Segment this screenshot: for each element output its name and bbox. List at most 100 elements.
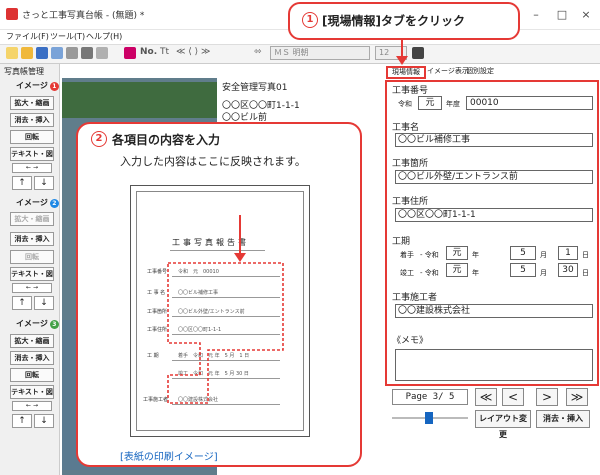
- lr-button-2[interactable]: ← →: [12, 283, 52, 293]
- start-year-unit: 年: [472, 251, 479, 259]
- font-select[interactable]: ＭＳ 明朝: [270, 46, 370, 60]
- open-icon[interactable]: [21, 47, 33, 59]
- layout-change-button[interactable]: レイアウト変更: [475, 410, 531, 439]
- image-badge-2: 2: [49, 199, 59, 208]
- menu-file[interactable]: ファイル(F): [6, 31, 49, 42]
- end-day-input[interactable]: 30: [558, 263, 578, 277]
- sheet-highlight: [167, 215, 284, 404]
- construction-name-input[interactable]: 〇〇ビル補修工事: [395, 133, 593, 147]
- construction-no-input[interactable]: 00010: [466, 96, 593, 110]
- window-title: さっと工事写真台帳 - (無題) *: [22, 11, 145, 21]
- start-label: 着手: [400, 251, 414, 259]
- down-button-2[interactable]: ↓: [34, 296, 54, 310]
- prev-page-button[interactable]: <: [502, 388, 524, 406]
- image-label-1: イメージ 1: [16, 80, 59, 91]
- sheet-label-period: 工 期: [147, 353, 159, 359]
- text-tool[interactable]: Tt: [160, 47, 169, 57]
- zoom-button-3[interactable]: 拡大・縮画: [10, 334, 54, 348]
- maximize-button[interactable]: □: [552, 8, 572, 22]
- down-button-3[interactable]: ↓: [34, 414, 54, 428]
- start-era: - 令和: [420, 251, 439, 259]
- label-contractor: 工事施工者: [392, 293, 438, 303]
- up-button-3[interactable]: ↑: [12, 414, 32, 428]
- zoom-button-2[interactable]: 拡大・縮画: [10, 212, 54, 226]
- era-label: 令和: [398, 100, 412, 108]
- next-page-button[interactable]: >: [536, 388, 558, 406]
- page-slider-thumb[interactable]: [425, 412, 433, 424]
- memo-textarea[interactable]: [395, 349, 593, 381]
- menu-help[interactable]: ヘルプ(H): [86, 31, 122, 42]
- delete-insert-button-3[interactable]: 消去・挿入: [10, 351, 54, 365]
- fit-icon[interactable]: ⬄: [254, 47, 262, 57]
- photo-1[interactable]: [62, 82, 217, 118]
- step-2-subtitle: 入力した内容はここに反映されます。: [120, 155, 306, 168]
- minimize-button[interactable]: –: [526, 8, 546, 22]
- tab-individual-settings[interactable]: 個別設定: [466, 66, 494, 76]
- end-day-unit: 日: [582, 269, 589, 277]
- construction-place-input[interactable]: 〇〇ビル外壁/エントランス前: [395, 170, 593, 184]
- contractor-input[interactable]: 〇〇建設株式会社: [395, 304, 593, 318]
- text-figure-button-2[interactable]: テキスト・図: [10, 267, 54, 281]
- rotate-button-2[interactable]: 回転: [10, 250, 54, 264]
- text-figure-button-3[interactable]: テキスト・図: [10, 385, 54, 399]
- image-icon[interactable]: [124, 47, 136, 59]
- up-button-2[interactable]: ↑: [12, 296, 32, 310]
- label-construction-address: 工事住所: [392, 197, 429, 207]
- nav-first-icon[interactable]: ≪ ⟨ ⟩ ≫: [176, 47, 210, 57]
- lr-button-1[interactable]: ← →: [12, 163, 52, 173]
- print-preview-icon[interactable]: [66, 47, 78, 59]
- page-indicator: Page 3/ 5: [392, 389, 468, 405]
- image-badge-3: 3: [49, 320, 59, 329]
- step-1-text: [現場情報]タブをクリック: [322, 14, 465, 28]
- tab-image-view[interactable]: イメージ表示: [427, 66, 469, 76]
- lr-button-3[interactable]: ← →: [12, 401, 52, 411]
- save-as-icon[interactable]: [51, 47, 63, 59]
- first-page-button[interactable]: ≪: [475, 388, 497, 406]
- start-month-unit: 月: [540, 251, 547, 259]
- callout-1-arrow: [396, 38, 408, 65]
- step-2-title: 各項目の内容を入力: [112, 133, 221, 147]
- label-period: 工期: [392, 237, 411, 247]
- label-construction-no: 工事番号: [392, 86, 429, 96]
- close-button[interactable]: ×: [576, 8, 596, 22]
- end-era: - 令和: [420, 269, 439, 277]
- start-month-input[interactable]: 5: [510, 246, 536, 260]
- start-day-input[interactable]: 1: [558, 246, 578, 260]
- app-icon: [6, 8, 18, 20]
- image-badge-1: 1: [49, 82, 59, 91]
- delete-insert-button-1[interactable]: 消去・挿入: [10, 113, 54, 127]
- construction-address-input[interactable]: 〇〇区〇〇町1-1-1: [395, 208, 593, 222]
- down-button-1[interactable]: ↓: [34, 176, 54, 190]
- new-icon[interactable]: [6, 47, 18, 59]
- start-year-input[interactable]: 元: [446, 246, 468, 260]
- up-button-1[interactable]: ↑: [12, 176, 32, 190]
- delete-insert-button-2[interactable]: 消去・挿入: [10, 232, 54, 246]
- end-year-unit: 年: [472, 269, 479, 277]
- rotate-button-3[interactable]: 回転: [10, 368, 54, 382]
- rotate-button-1[interactable]: 回転: [10, 130, 54, 144]
- number-tool[interactable]: No.: [140, 47, 157, 57]
- print-icon[interactable]: [81, 47, 93, 59]
- text-figure-button-1[interactable]: テキスト・図: [10, 147, 54, 161]
- caption-title: 安全管理写真01: [222, 83, 288, 93]
- delete-insert-button[interactable]: 消去・挿入: [536, 410, 590, 428]
- step-2-number: 2: [91, 131, 107, 147]
- menu-tools[interactable]: ツール(T): [50, 31, 85, 42]
- end-month-unit: 月: [540, 269, 547, 277]
- zoom-button-1[interactable]: 拡大・縮画: [10, 96, 54, 110]
- step-1-number: 1: [302, 12, 318, 28]
- left-panel-header: 写真帳管理: [4, 67, 44, 76]
- end-year-input[interactable]: 元: [446, 263, 468, 277]
- label-construction-place: 工事箇所: [392, 159, 429, 169]
- year-suffix-label: 年度: [446, 100, 460, 108]
- last-page-button[interactable]: ≫: [566, 388, 588, 406]
- start-day-unit: 日: [582, 251, 589, 259]
- era-year-input[interactable]: 元: [418, 96, 442, 110]
- end-month-input[interactable]: 5: [510, 263, 536, 277]
- image-label-3: イメージ 3: [16, 318, 59, 329]
- tab-site-info[interactable]: 現場情報: [386, 66, 426, 79]
- copy-icon[interactable]: [96, 47, 108, 59]
- end-label: 竣工: [400, 269, 414, 277]
- save-icon[interactable]: [36, 47, 48, 59]
- label-memo: 《メモ》: [392, 336, 429, 346]
